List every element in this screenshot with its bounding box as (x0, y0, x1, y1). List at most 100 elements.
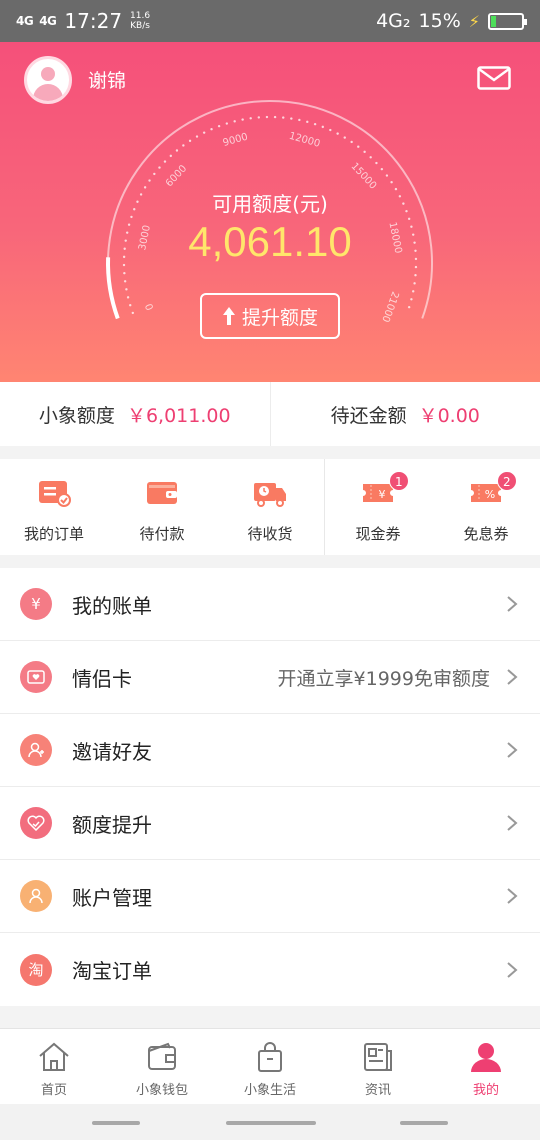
heart-icon (20, 807, 52, 839)
news-icon (364, 1043, 392, 1071)
gauge-dot (363, 150, 366, 154)
gauge-dot (306, 120, 309, 124)
gauge-dot (414, 274, 417, 277)
order-icon (39, 481, 71, 507)
menu-item-limit-increase[interactable]: 额度提升 (0, 787, 540, 860)
settings-menu: ¥ 我的账单 情侣卡 开通立享¥1999免审额度 邀请好友 额度提升 账户管理 (0, 568, 540, 1006)
gauge-dot (125, 288, 128, 291)
credit-summary: 小象额度 ￥6,011.00 待还金额 ￥0.00 (0, 382, 540, 446)
menu-item-couple-card[interactable]: 情侣卡 开通立享¥1999免审额度 (0, 641, 540, 714)
menu-item-my-bill[interactable]: ¥ 我的账单 (0, 568, 540, 641)
gauge-dot (123, 280, 127, 283)
gauge-dot (210, 128, 213, 131)
shortcut-interest-free-coupon[interactable]: % 2 免息券 (432, 459, 540, 555)
couple-card-promo: 开通立享¥1999免审额度 (277, 667, 490, 690)
gauge-dot (202, 131, 206, 134)
gauge-dot (153, 172, 156, 176)
account-icon (20, 880, 52, 912)
status-bar: 4G 4G 17:27 11.6 KB/s 4G₂ 15% ⚡ (0, 0, 540, 42)
gauge-dot (321, 125, 324, 129)
gauge-dot (413, 282, 416, 285)
avatar[interactable] (24, 56, 72, 104)
clock: 17:27 (64, 9, 123, 33)
gauge-dot (257, 116, 260, 119)
gauge-dot (273, 115, 277, 119)
arrow-up-icon (222, 307, 235, 325)
gauge-dot (412, 290, 415, 293)
chevron-right-icon (507, 815, 518, 831)
gauge-dot (369, 156, 372, 159)
gauge-dot (336, 132, 339, 135)
gauge-tick-label: 9000 (222, 132, 249, 149)
amount-due[interactable]: 待还金额 ￥0.00 (269, 382, 540, 446)
gauge-dot (163, 160, 167, 163)
credit-header: 谢锦 0 3000 6000 9000 12000 15000 18000 21000 可用额… (0, 42, 540, 382)
gauge-dot (414, 265, 418, 269)
gauge-dot (175, 149, 179, 152)
nav-menu-button[interactable] (92, 1121, 140, 1125)
tab-home[interactable]: 首页 (0, 1029, 108, 1104)
wallet-tab-icon (148, 1042, 176, 1070)
gauge-dot (282, 116, 285, 119)
gauge-dot (188, 139, 192, 143)
network-type: 4G₂ (376, 10, 411, 32)
available-credit-amount: 4,061.10 (188, 218, 352, 265)
signal-icon: 4G (16, 14, 34, 28)
gauge-dot (182, 144, 185, 147)
battery-icon (488, 12, 527, 30)
gauge-dot (350, 140, 353, 144)
gauge-dot (148, 179, 151, 182)
menu-item-invite-friends[interactable]: 邀请好友 (0, 714, 540, 787)
available-credit-label: 可用额度(元) (212, 192, 328, 216)
system-nav-bar (0, 1104, 540, 1140)
order-shortcuts: 我的订单 待付款 待收货 ¥ 1 现金券 % 2 免息券 (0, 459, 540, 555)
tab-life[interactable]: 小象生活 (216, 1029, 324, 1104)
gauge-dot (329, 128, 332, 132)
menu-item-account-management[interactable]: 账户管理 (0, 860, 540, 933)
gauge-dot (407, 305, 411, 309)
shortcut-pending-payment[interactable]: 待付款 (108, 459, 216, 555)
gauge-dot (265, 115, 269, 119)
shortcut-pending-delivery[interactable]: 待收货 (216, 459, 324, 555)
gauge-dot (313, 122, 317, 126)
menu-item-taobao-orders[interactable]: 淘 淘宝订单 (0, 933, 540, 1006)
gauge-dot (380, 167, 384, 171)
gauge-dot (410, 298, 413, 301)
truck-icon (254, 483, 286, 507)
charging-icon: ⚡ (468, 11, 480, 31)
gauge-dot (195, 135, 199, 138)
elephant-limit[interactable]: 小象额度 ￥6,011.00 (0, 382, 270, 446)
gauge-dot (129, 303, 132, 307)
gauge-dot (225, 122, 229, 125)
couple-card-icon (20, 661, 52, 693)
tab-wallet[interactable]: 小象钱包 (108, 1029, 216, 1104)
network-speed: 11.6 KB/s (130, 11, 151, 31)
raise-limit-button[interactable]: 提升额度 (200, 293, 340, 339)
interest-free-coupon-badge: 2 (496, 471, 517, 491)
gauge-dot (375, 161, 378, 165)
gauge-dot (390, 181, 393, 184)
mail-icon[interactable] (477, 66, 511, 90)
gauge-dot (249, 117, 252, 120)
chevron-right-icon (507, 888, 518, 904)
chevron-right-icon (507, 669, 518, 685)
gauge-tick-label: 6000 (164, 163, 189, 189)
shortcut-my-orders[interactable]: 我的订单 (0, 459, 108, 555)
nav-back-button[interactable] (400, 1121, 448, 1125)
gauge-dot (126, 296, 130, 299)
gauge-progress (106, 257, 120, 320)
taobao-icon: 淘 (20, 953, 52, 986)
shortcut-cash-coupon[interactable]: ¥ 1 现金券 (324, 459, 432, 555)
battery-percent: 15% (418, 10, 461, 32)
nav-home-button[interactable] (226, 1121, 316, 1125)
chevron-right-icon (507, 961, 518, 978)
gauge-dot (131, 311, 135, 315)
signal-icon: 4G (39, 14, 57, 28)
tab-news[interactable]: 资讯 (324, 1029, 432, 1104)
gauge-dot (233, 120, 236, 123)
gauge-dot (290, 117, 293, 120)
gauge-dot (343, 136, 346, 139)
bag-icon (258, 1042, 282, 1072)
bill-icon: ¥ (20, 588, 52, 620)
tab-mine[interactable]: 我的 (432, 1029, 540, 1104)
